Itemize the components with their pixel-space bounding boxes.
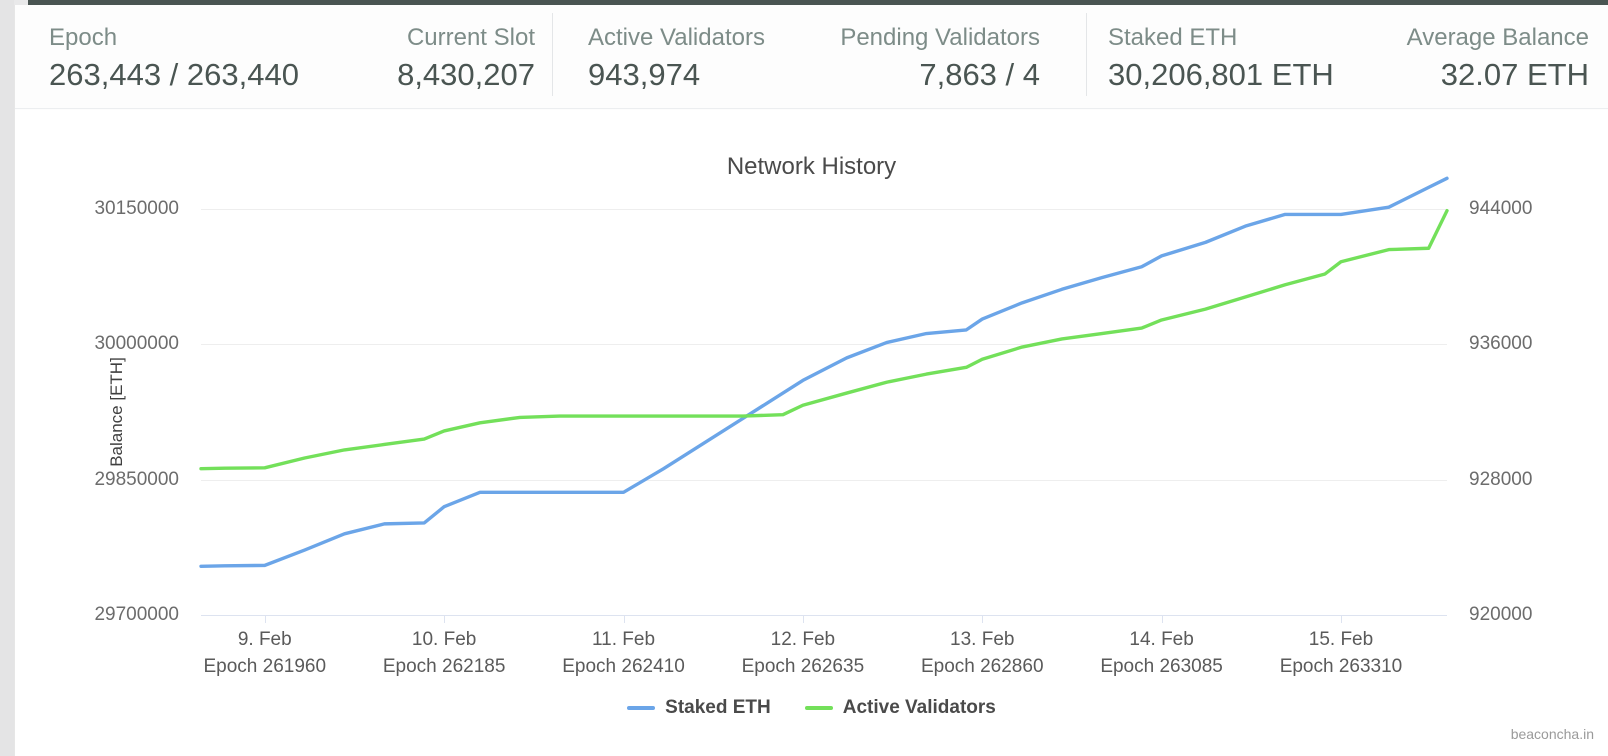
x-axis-tick-mark: [265, 615, 266, 623]
network-stats-bar: Epoch 263,443 / 263,440 Current Slot 8,4…: [15, 5, 1608, 109]
network-overview-card: Epoch 263,443 / 263,440 Current Slot 8,4…: [14, 5, 1608, 756]
x-tick-date: 14. Feb: [1129, 629, 1193, 650]
stat-epoch: Epoch 263,443 / 263,440: [49, 23, 299, 96]
stat-current-slot-value: 8,430,207: [335, 54, 535, 96]
chart-legend: Staked ETH Active Validators: [15, 697, 1608, 719]
x-tick-date: 13. Feb: [950, 629, 1014, 650]
x-axis-tick-mark: [624, 615, 625, 623]
x-tick-date: 10. Feb: [412, 629, 476, 650]
y-axis-right-tick-label: 920000: [1469, 604, 1608, 626]
stat-epoch-label: Epoch: [49, 23, 299, 53]
stat-average-balance-label: Average Balance: [1279, 23, 1589, 53]
legend-swatch-active-validators: [805, 706, 833, 710]
stat-average-balance-value: 32.07 ETH: [1279, 54, 1589, 96]
x-axis-tick-mark: [982, 615, 983, 623]
y-axis-left-tick-label: 30150000: [29, 198, 179, 220]
stat-epoch-value: 263,443 / 263,440: [49, 54, 299, 96]
chart-y-axis-left-title: Balance [ETH]: [107, 357, 127, 467]
page-gutter: [0, 0, 14, 756]
x-tick-date: 15. Feb: [1309, 629, 1373, 650]
chart-title: Network History: [15, 153, 1608, 181]
y-axis-left-tick-label: 29850000: [29, 469, 179, 491]
network-history-chart: Network History 297000002985000030000000…: [15, 110, 1608, 756]
stat-pending-validators: Pending Validators 7,863 / 4: [775, 23, 1040, 96]
y-axis-right-tick-label: 944000: [1469, 198, 1608, 220]
x-tick-date: 11. Feb: [592, 629, 655, 650]
x-axis-tick-mark: [1341, 615, 1342, 623]
y-axis-left-tick-label: 30000000: [29, 333, 179, 355]
x-axis-tick-mark: [444, 615, 445, 623]
legend-label-active-validators: Active Validators: [843, 697, 996, 719]
y-axis-left-tick-label: 29700000: [29, 604, 179, 626]
stat-current-slot-label: Current Slot: [335, 23, 535, 53]
x-tick-date: 12. Feb: [771, 629, 835, 650]
chart-plot-area: 29700000298500003000000030150000 9200009…: [201, 209, 1447, 615]
x-tick-date: 9. Feb: [238, 629, 292, 650]
legend-item-active-validators[interactable]: Active Validators: [805, 697, 996, 719]
legend-item-staked-eth[interactable]: Staked ETH: [627, 697, 771, 719]
watermark: beaconcha.in: [1511, 726, 1594, 742]
legend-label-staked-eth: Staked ETH: [665, 697, 771, 719]
y-axis-right-tick-label: 936000: [1469, 333, 1608, 355]
page-root: Epoch 263,443 / 263,440 Current Slot 8,4…: [0, 0, 1608, 756]
stat-pending-validators-value: 7,863 / 4: [775, 54, 1040, 96]
chart-series-svg: [201, 209, 1447, 615]
stat-pending-validators-label: Pending Validators: [775, 23, 1040, 53]
x-axis-tick-mark: [803, 615, 804, 623]
chart-x-axis-line: [201, 615, 1447, 616]
stat-average-balance: Average Balance 32.07 ETH: [1279, 23, 1589, 96]
chart-line-staked-eth: [201, 178, 1447, 566]
stat-current-slot: Current Slot 8,430,207: [335, 23, 535, 96]
legend-swatch-staked-eth: [627, 706, 655, 710]
chart-line-active-validators: [201, 211, 1447, 469]
x-axis-tick-mark: [1162, 615, 1163, 623]
stats-divider-1: [552, 13, 553, 96]
y-axis-right-tick-label: 928000: [1469, 469, 1608, 491]
x-tick-epoch: Epoch 263310: [1231, 653, 1451, 680]
stats-divider-2: [1086, 13, 1087, 96]
x-axis-tick-label: 15. Feb Epoch 263310: [1231, 626, 1451, 680]
